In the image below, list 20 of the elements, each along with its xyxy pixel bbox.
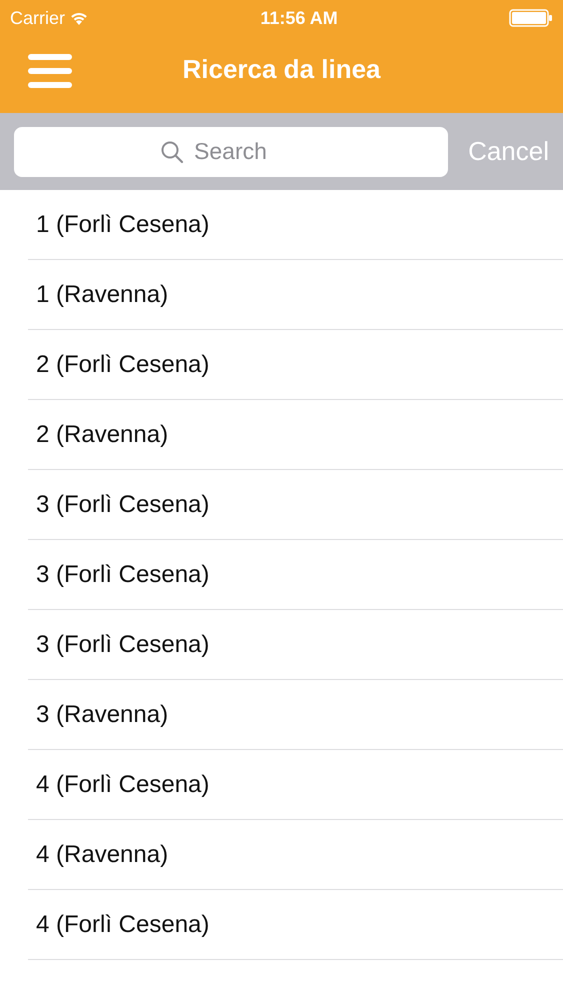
line-item[interactable]: 3 (Forlì Cesena): [36, 556, 210, 592]
line-item[interactable]: 1 (Forlì Cesena): [36, 206, 210, 242]
line-item[interactable]: 4 (Ravenna): [36, 836, 168, 872]
line-item[interactable]: 3 (Forlì Cesena): [36, 626, 210, 662]
clock-time: 11:56 AM: [260, 6, 338, 30]
battery-icon: [508, 9, 553, 27]
line-item[interactable]: 3 (Ravenna): [36, 696, 168, 732]
search-bar[interactable]: Search: [14, 126, 448, 176]
line-item[interactable]: 1 (Ravenna): [36, 276, 168, 312]
line-item[interactable]: 4 (Forlì Cesena): [36, 906, 210, 942]
search-field[interactable]: Search: [192, 133, 302, 170]
carrier-label: Carrier: [10, 6, 66, 30]
screen-title: Ricerca da linea: [182, 53, 380, 86]
menu-icon[interactable]: [28, 54, 72, 88]
line-item[interactable]: 3 (Forlì Cesena): [36, 486, 210, 522]
line-item[interactable]: 4 (Forlì Cesena): [36, 766, 210, 802]
line-item[interactable]: 2 (Forlì Cesena): [36, 346, 210, 382]
line-item[interactable]: 2 (Ravenna): [36, 416, 168, 452]
wifi-icon: [69, 10, 90, 26]
search-icon: [160, 140, 184, 164]
